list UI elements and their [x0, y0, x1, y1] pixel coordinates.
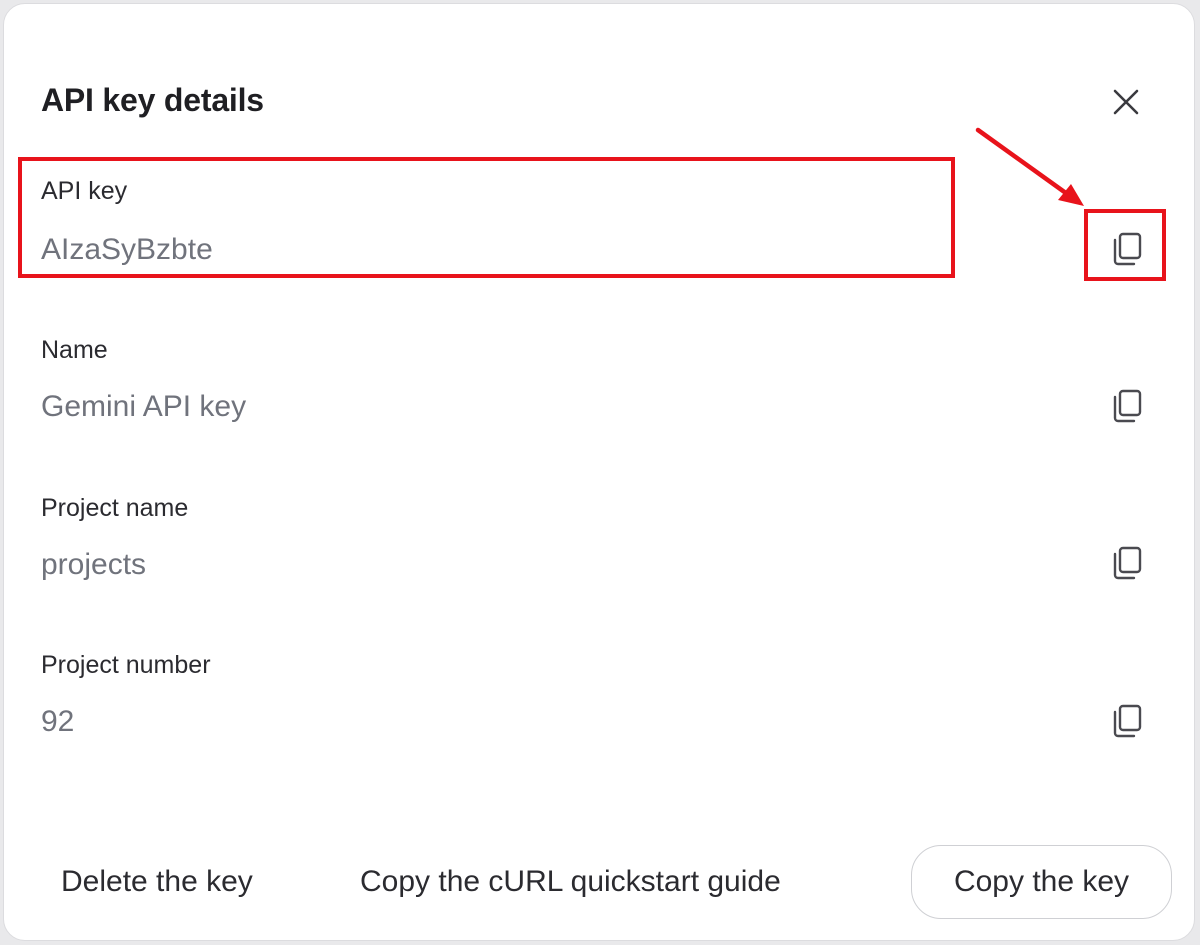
copy-icon — [1113, 389, 1142, 423]
field-label: Project number — [41, 651, 211, 679]
copy-api-key-button[interactable] — [1103, 225, 1151, 273]
field-label: API key — [41, 177, 128, 205]
copy-curl-guide-button[interactable]: Copy the cURL quickstart guide — [360, 854, 781, 910]
copy-icon — [1113, 232, 1142, 266]
copy-icon — [1113, 704, 1142, 738]
delete-key-button[interactable]: Delete the key — [61, 854, 253, 910]
copy-project-number-button[interactable] — [1103, 697, 1151, 745]
copy-icon — [1113, 546, 1142, 580]
field-project-name: Project name projects — [41, 493, 188, 583]
copy-key-button[interactable]: Copy the key — [911, 845, 1172, 919]
field-label: Name — [41, 336, 108, 364]
dialog-title: API key details — [41, 82, 264, 118]
close-button[interactable] — [1104, 80, 1148, 124]
field-api-key: API key AIzaSyBzbte — [41, 176, 213, 268]
api-key-value: AIzaSyBzbte — [41, 233, 213, 266]
project-number-value: 92 — [41, 705, 75, 738]
api-key-details-dialog: API key details API key AIzaSyBzbte Name… — [3, 3, 1195, 941]
field-project-number: Project number 92 — [41, 650, 211, 740]
name-value: Gemini API key — [41, 390, 247, 423]
field-name: Name Gemini API key — [41, 335, 246, 425]
project-name-value: projects — [41, 548, 147, 581]
copy-name-button[interactable] — [1103, 382, 1151, 430]
field-label: Project name — [41, 494, 189, 522]
close-icon — [1113, 89, 1139, 115]
copy-project-name-button[interactable] — [1103, 539, 1151, 587]
